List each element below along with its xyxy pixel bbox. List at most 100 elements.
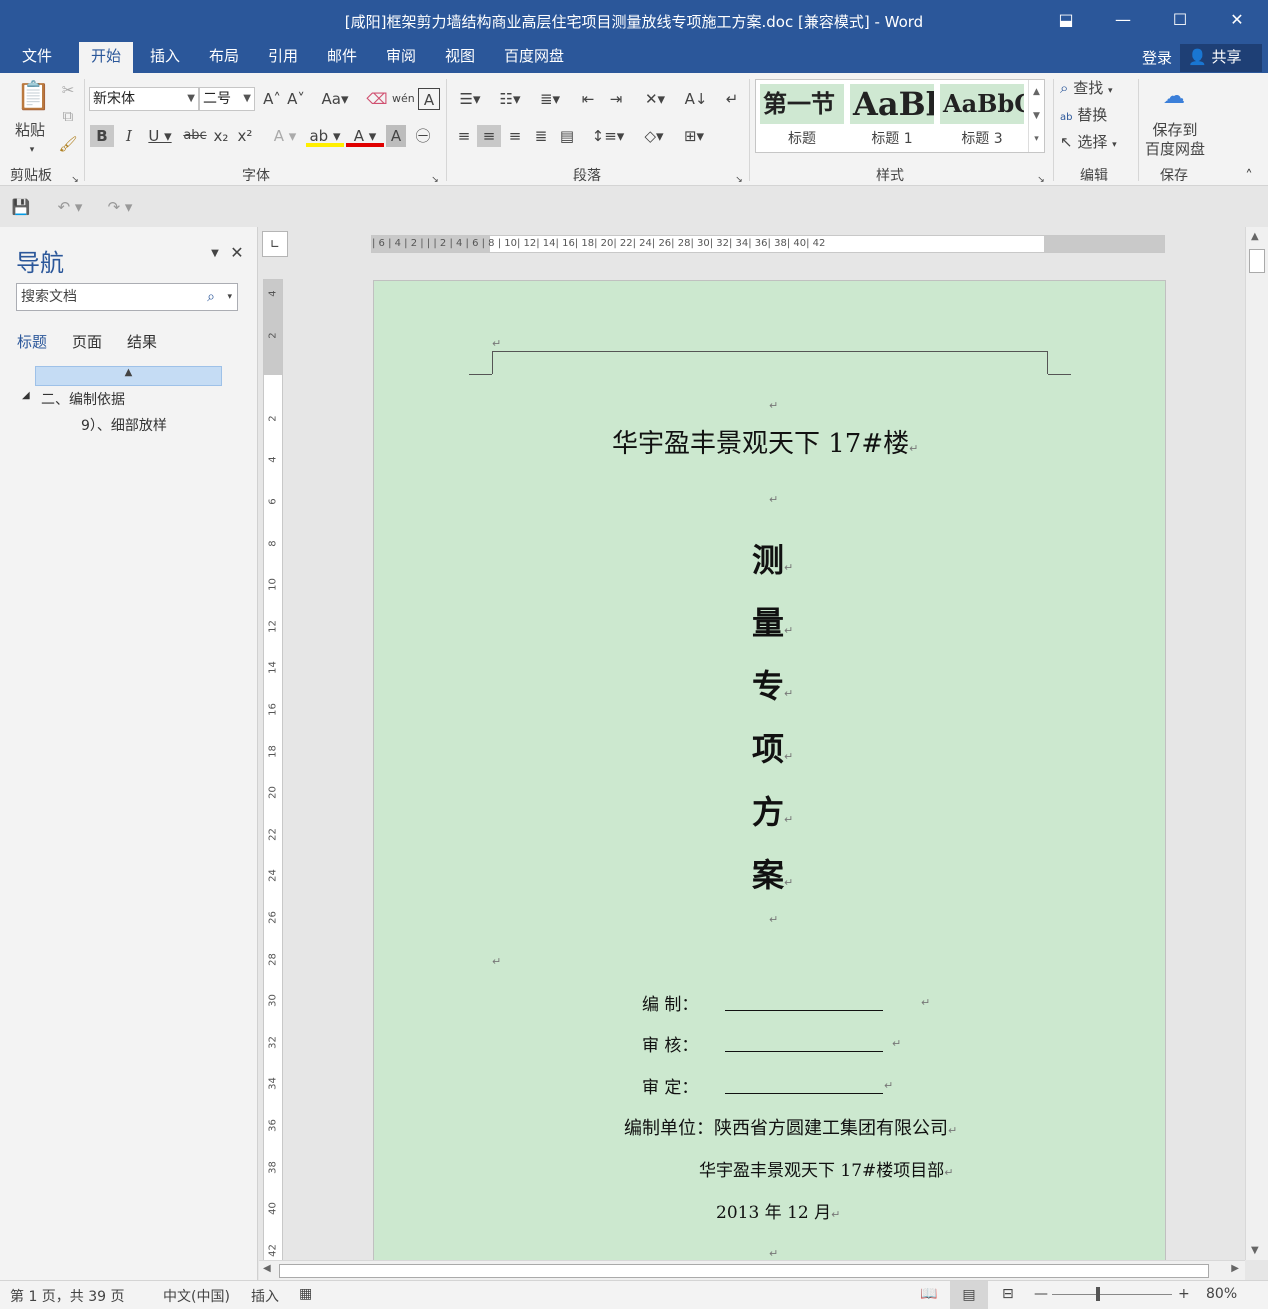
tab-layout[interactable]: 布局 <box>197 42 251 73</box>
borders-icon[interactable]: ⊞▾ <box>676 125 712 147</box>
superscript-icon[interactable]: x² <box>234 125 256 147</box>
chevron-down-icon[interactable]: ▾ <box>227 284 232 310</box>
replace-button[interactable]: ab 替换 <box>1060 104 1132 126</box>
nav-heading-item[interactable]: 9）、细部放样 <box>81 415 167 435</box>
show-marks-icon[interactable]: ↵ <box>720 88 744 110</box>
zoom-slider-thumb[interactable] <box>1096 1287 1100 1301</box>
nav-heading-item[interactable]: 二、编制依据 <box>41 389 125 409</box>
paste-button[interactable]: 粘贴 <box>10 119 50 141</box>
italic-icon[interactable]: I <box>118 125 140 147</box>
insert-mode[interactable]: 插入 <box>251 1286 279 1306</box>
align-right-icon[interactable]: ≡ <box>503 125 527 147</box>
font-color-icon[interactable]: A ▾ <box>346 125 384 147</box>
print-layout-icon[interactable]: ▤ <box>950 1281 988 1309</box>
save-icon[interactable]: 💾 <box>10 196 32 218</box>
chinese-layout-icon[interactable]: ✕▾ <box>638 88 672 110</box>
bullets-icon[interactable]: ☰▾ <box>452 88 488 110</box>
style-heading[interactable]: 第一节 标题 <box>760 84 844 148</box>
tab-mailings[interactable]: 邮件 <box>315 42 369 73</box>
tab-insert[interactable]: 插入 <box>138 42 192 73</box>
highlight-icon[interactable]: ab ▾ <box>306 125 344 147</box>
tab-headings[interactable]: 标题 <box>17 331 47 352</box>
chevron-up-icon[interactable]: ▲ <box>1029 80 1044 104</box>
language-indicator[interactable]: 中文(中国) <box>163 1286 230 1306</box>
scroll-up-icon[interactable]: ▲ <box>1251 231 1259 242</box>
document-page[interactable]: ↵ ↵ 华宇盈丰景观天下 17#楼↵ ↵ 测↵ 量↵ 专↵ 项↵ 方↵ 案↵ ↵… <box>373 280 1166 1260</box>
horizontal-scrollbar[interactable]: ◀ ▶ <box>259 1260 1245 1280</box>
ribbon-display-icon[interactable]: ⬓ <box>1046 6 1086 34</box>
line-spacing-icon[interactable]: ↕≡▾ <box>590 125 626 147</box>
tab-baidu[interactable]: 百度网盘 <box>492 42 576 73</box>
format-painter-icon[interactable]: 🖌 <box>58 133 78 155</box>
zoom-level[interactable]: 80% <box>1206 1286 1237 1302</box>
tab-home[interactable]: 开始 <box>79 42 134 73</box>
increase-indent-icon[interactable]: ⇥ <box>604 88 628 110</box>
shading-icon[interactable]: ◇▾ <box>636 125 672 147</box>
undo-icon[interactable]: ↶ ▾ <box>52 196 88 218</box>
search-input[interactable]: 搜索文档 ⌕ ▾ <box>16 283 238 311</box>
style-heading-1[interactable]: AaBl 标题 1 <box>850 84 934 148</box>
justify-icon[interactable]: ≣ <box>529 125 553 147</box>
strikethrough-icon[interactable]: abc <box>182 125 208 147</box>
zoom-in-icon[interactable]: + <box>1178 1286 1190 1302</box>
tab-review[interactable]: 审阅 <box>374 42 428 73</box>
minimize-button[interactable]: — <box>1103 6 1143 34</box>
tab-pages[interactable]: 页面 <box>72 331 102 352</box>
grow-font-icon[interactable]: A˄ <box>262 88 282 110</box>
tab-stop-selector[interactable]: ∟ <box>262 231 288 257</box>
login-link[interactable]: 登录 <box>1142 47 1172 68</box>
redo-icon[interactable]: ↷ ▾ <box>102 196 138 218</box>
chevron-down-icon[interactable]: ▼ <box>1029 104 1044 128</box>
subscript-icon[interactable]: x₂ <box>210 125 232 147</box>
shrink-font-icon[interactable]: A˅ <box>286 88 306 110</box>
char-shading-icon[interactable]: A <box>386 125 406 147</box>
more-styles-icon[interactable]: ▾ <box>1029 128 1044 150</box>
clear-format-icon[interactable]: ⌫ <box>366 88 388 110</box>
collapse-icon[interactable]: ◢ <box>22 390 30 401</box>
bold-icon[interactable]: B <box>90 125 114 147</box>
vertical-scrollbar[interactable]: ▲ ▼ <box>1245 227 1268 1260</box>
select-button[interactable]: ↖ 选择 ▾ <box>1060 131 1132 153</box>
copy-icon[interactable]: ⧉ <box>58 105 78 127</box>
scroll-left-icon[interactable]: ◀ <box>263 1263 271 1274</box>
enclose-char-icon[interactable]: ㊀ <box>412 125 434 147</box>
tab-results[interactable]: 结果 <box>127 331 157 352</box>
read-mode-icon[interactable]: 📖 <box>920 1286 937 1302</box>
nav-scroll-up-bar[interactable]: ▲ <box>35 366 222 386</box>
styles-scroll[interactable]: ▲ ▼ ▾ <box>1028 80 1044 152</box>
close-window-button[interactable]: ✕ <box>1217 6 1257 34</box>
page-count[interactable]: 第 1 页，共 39 页 <box>10 1286 125 1306</box>
share-button[interactable]: 👤 共享 <box>1180 44 1262 72</box>
change-case-icon[interactable]: Aa▾ <box>318 88 352 110</box>
close-icon[interactable]: ✕ <box>228 242 246 264</box>
collapse-ribbon-icon[interactable]: ˄ <box>1240 165 1258 187</box>
horizontal-ruler[interactable]: | 6 | 4 | 2 | | | 2 | 4 | 6 | 8 | 10| 12… <box>371 235 1165 253</box>
zoom-slider[interactable] <box>1052 1294 1172 1295</box>
decrease-indent-icon[interactable]: ⇤ <box>576 88 600 110</box>
maximize-button[interactable]: ☐ <box>1160 6 1200 34</box>
vertical-ruler[interactable]: 4 2 2 4 6 8 10 12 14 16 18 20 22 24 26 28 30 32 34 36 38 40 42 <box>263 279 283 1260</box>
save-to-baidu-line2[interactable]: 百度网盘 <box>1142 138 1208 160</box>
scroll-thumb[interactable] <box>1249 249 1265 273</box>
distributed-icon[interactable]: ▤ <box>555 125 579 147</box>
font-name-combo[interactable]: 新宋体 ▼ <box>89 87 199 111</box>
phonetic-guide-icon[interactable]: wén <box>392 88 415 110</box>
sort-icon[interactable]: A↓ <box>684 88 708 110</box>
scroll-down-icon[interactable]: ▼ <box>1251 1245 1259 1256</box>
macro-record-icon[interactable]: ▦ <box>299 1286 312 1302</box>
scroll-thumb[interactable] <box>279 1264 1209 1278</box>
style-heading-3[interactable]: AaBbC 标题 3 <box>940 84 1024 148</box>
text-effects-icon[interactable]: A ▾ <box>270 125 300 147</box>
char-border-icon[interactable]: A <box>418 88 440 110</box>
underline-icon[interactable]: U ▾ <box>144 125 176 147</box>
tab-view[interactable]: 视图 <box>433 42 487 73</box>
web-layout-icon[interactable]: ⊟ <box>1002 1286 1014 1302</box>
tab-references[interactable]: 引用 <box>256 42 310 73</box>
paste-dropdown-icon[interactable]: ▾ <box>24 139 40 161</box>
paste-icon[interactable]: 📋 <box>16 79 51 113</box>
multilevel-list-icon[interactable]: ≣▾ <box>532 88 568 110</box>
cut-icon[interactable]: ✂ <box>58 79 78 101</box>
numbering-icon[interactable]: ☷▾ <box>492 88 528 110</box>
search-icon[interactable]: ⌕ <box>207 284 215 310</box>
align-center-icon[interactable]: ≡ <box>477 125 501 147</box>
